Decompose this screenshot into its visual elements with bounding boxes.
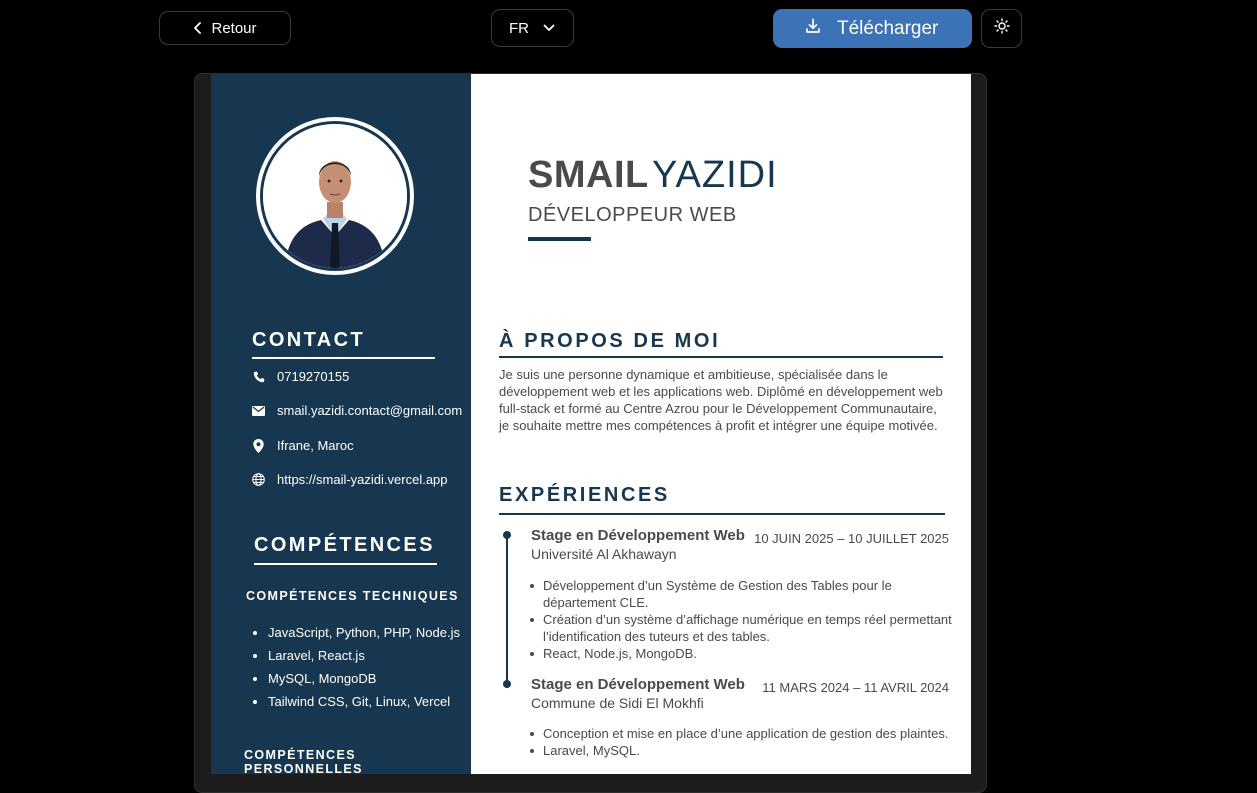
contact-heading: CONTACT (252, 329, 366, 351)
location-pin-icon (252, 438, 265, 453)
list-item: Développement d’un Système de Gestion de… (530, 577, 963, 611)
cv-main-content: SMAIL YAZIDI DÉVELOPPEUR WEB À PROPOS DE… (471, 74, 971, 774)
back-button-label: Retour (211, 19, 257, 37)
list-item: Laravel, MySQL. (530, 742, 963, 759)
phone-icon (252, 370, 265, 383)
title-underline (528, 237, 591, 241)
contact-phone-text: 0719270155 (277, 369, 350, 384)
sun-icon (993, 18, 1010, 39)
download-button[interactable]: Télécharger (773, 9, 972, 48)
skills-heading: COMPÉTENCES (254, 534, 435, 556)
about-divider (499, 356, 943, 358)
last-name: YAZIDI (652, 154, 778, 196)
technical-skills-list: JavaScript, Python, PHP, Node.js Laravel… (252, 624, 460, 716)
contact-email: smail.yazidi.contact@gmail.com (252, 403, 462, 418)
contact-divider (252, 357, 435, 359)
profile-photo (256, 117, 414, 275)
experience-divider (499, 513, 945, 515)
mail-icon (252, 404, 265, 417)
contact-website: https://smail-yazidi.vercel.app (252, 472, 448, 487)
back-button[interactable]: Retour (159, 11, 291, 45)
timeline-dot (503, 531, 511, 539)
job-organization: Université Al Akhawayn (531, 546, 677, 562)
globe-icon (252, 473, 265, 486)
chevron-left-icon (193, 22, 203, 34)
language-select[interactable]: FR (491, 9, 574, 47)
contact-email-text: smail.yazidi.contact@gmail.com (277, 403, 463, 418)
job-bullets: Conception et mise en place d’une applic… (530, 725, 963, 759)
job-organization: Commune de Sidi El Mokhfi (531, 695, 704, 711)
cv-sidebar: CONTACT 0719270155 smail.yazidi.contact@… (211, 74, 471, 776)
contact-location-text: Ifrane, Maroc (277, 438, 354, 453)
download-icon (805, 18, 821, 40)
job-dates: 10 JUIN 2025 – 10 JUILLET 2025 (754, 531, 949, 546)
timeline-line (506, 536, 508, 684)
list-item: MySQL, MongoDB (252, 670, 460, 693)
first-name: SMAIL (528, 154, 649, 196)
timeline-dot (503, 680, 511, 688)
list-item: Laravel, React.js (252, 647, 460, 670)
job-dates: 11 MARS 2024 – 11 AVRIL 2024 (762, 680, 949, 695)
skills-divider (254, 563, 437, 565)
chevron-down-icon (543, 24, 555, 32)
technical-skills-heading: COMPÉTENCES TECHNIQUES (246, 589, 459, 603)
contact-website-link[interactable]: https://smail-yazidi.vercel.app (277, 472, 448, 487)
list-item: React, Node.js, MongoDB. (530, 645, 963, 662)
contact-location: Ifrane, Maroc (252, 438, 354, 453)
list-item: Tailwind CSS, Git, Linux, Vercel (252, 693, 460, 716)
list-item: Conception et mise en place d’une applic… (530, 725, 963, 742)
experience-heading: EXPÉRIENCES (499, 484, 670, 506)
language-select-value: FR (509, 19, 529, 37)
job-bullets: Développement d’un Système de Gestion de… (530, 577, 963, 662)
job-role: Stage en Développement Web (531, 676, 745, 693)
list-item: Création d’un système d’affichage numéri… (530, 611, 963, 645)
job-title: DÉVELOPPEUR WEB (528, 204, 737, 226)
theme-toggle-button[interactable] (981, 9, 1022, 48)
list-item: JavaScript, Python, PHP, Node.js (252, 624, 460, 647)
job-role: Stage en Développement Web (531, 527, 745, 544)
download-button-label: Télécharger (837, 17, 939, 39)
about-text: Je suis une personne dynamique et ambiti… (499, 367, 943, 433)
about-heading: À PROPOS DE MOI (499, 330, 721, 352)
contact-phone: 0719270155 (252, 369, 349, 384)
